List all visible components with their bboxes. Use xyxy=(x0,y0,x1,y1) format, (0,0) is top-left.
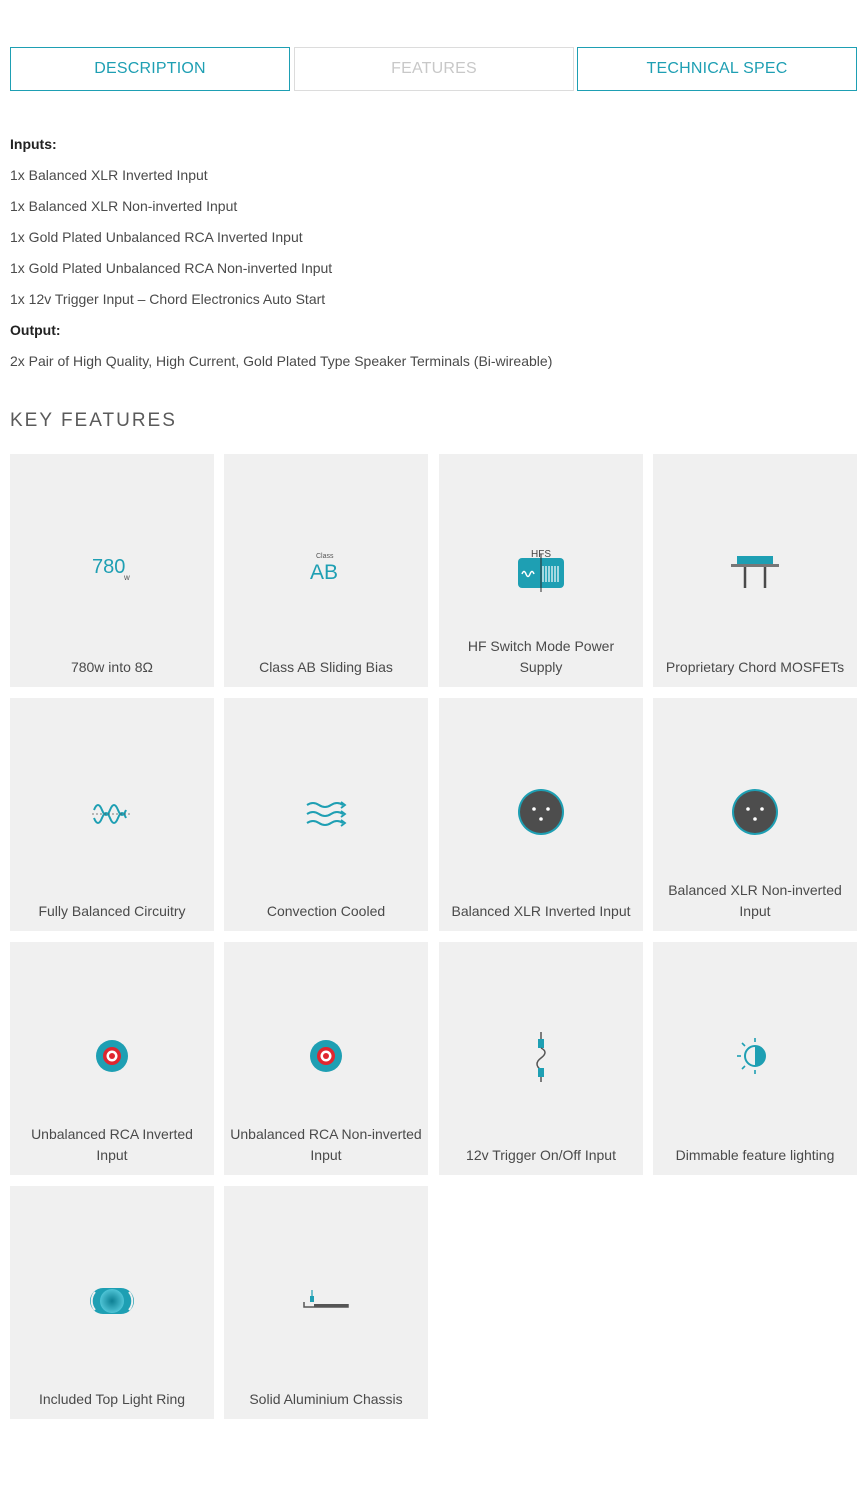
xlr-socket-icon xyxy=(732,789,778,835)
tab-description[interactable]: DESCRIPTION xyxy=(10,47,290,91)
feature-label: 780w into 8Ω xyxy=(70,659,154,675)
feature-label: Dimmable feature lighting xyxy=(675,1147,835,1163)
trigger-cable-icon xyxy=(536,1032,546,1082)
feature-card: HFS HF Switch Mode Power Supply xyxy=(439,454,643,687)
feature-label: Unbalanced RCA Inverted Input xyxy=(31,1126,193,1163)
feature-card: Convection Cooled xyxy=(224,698,428,931)
feature-card: 780 w 780w into 8Ω xyxy=(10,454,214,687)
spec-heading-output: Output: xyxy=(10,322,61,338)
key-features-heading: KEY FEATURES xyxy=(10,410,177,431)
feature-card: Unbalanced RCA Inverted Input xyxy=(10,942,214,1175)
feature-label: Fully Balanced Circuitry xyxy=(38,903,186,919)
feature-label: HF Switch Mode Power Supply xyxy=(467,638,615,675)
svg-text:w: w xyxy=(123,573,130,582)
feature-label: Balanced XLR Non-inverted Input xyxy=(668,882,842,919)
feature-card: Proprietary Chord MOSFETs xyxy=(653,454,857,687)
hfs-icon: HFS xyxy=(518,549,564,592)
mosfet-icon xyxy=(731,556,779,588)
svg-text:780: 780 xyxy=(92,556,125,578)
feature-card: Class AB Class AB Sliding Bias xyxy=(224,454,428,687)
feature-label: Convection Cooled xyxy=(266,903,386,919)
feature-card: Dimmable feature lighting xyxy=(653,942,857,1175)
spec-item: 1x Gold Plated Unbalanced RCA Inverted I… xyxy=(10,229,303,245)
spec-list: Inputs: 1x Balanced XLR Inverted Input 1… xyxy=(10,133,850,381)
svg-text:Class: Class xyxy=(316,553,334,560)
balanced-wave-icon xyxy=(92,804,132,824)
spec-item: 2x Pair of High Quality, High Current, G… xyxy=(10,353,553,369)
spec-item: 1x 12v Trigger Input – Chord Electronics… xyxy=(10,291,326,307)
feature-label: Class AB Sliding Bias xyxy=(259,659,393,675)
feature-label: Unbalanced RCA Non-inverted Input xyxy=(230,1126,422,1163)
feature-card: Solid Aluminium Chassis xyxy=(224,1186,428,1419)
tab-features[interactable]: FEATURES xyxy=(294,47,574,91)
rca-socket-icon xyxy=(96,1040,128,1072)
spec-heading-inputs: Inputs: xyxy=(10,136,57,152)
feature-label: 12v Trigger On/Off Input xyxy=(466,1147,616,1163)
airflow-icon xyxy=(306,801,347,827)
feature-card: Included Top Light Ring xyxy=(10,1186,214,1419)
spec-item: 1x Gold Plated Unbalanced RCA Non-invert… xyxy=(10,260,333,276)
780w-icon: 780 w xyxy=(92,556,130,582)
dimmer-icon xyxy=(737,1038,766,1074)
rca-socket-icon xyxy=(310,1040,342,1072)
feature-card: Balanced XLR Inverted Input xyxy=(439,698,643,931)
feature-card: Fully Balanced Circuitry xyxy=(10,698,214,931)
feature-card: Balanced XLR Non-inverted Input xyxy=(653,698,857,931)
feature-label: Included Top Light Ring xyxy=(38,1391,186,1407)
feature-label: Balanced XLR Inverted Input xyxy=(451,903,631,919)
feature-label: Proprietary Chord MOSFETs xyxy=(665,659,845,675)
feature-label: Solid Aluminium Chassis xyxy=(249,1391,403,1407)
tab-bar: DESCRIPTION FEATURES TECHNICAL SPEC xyxy=(10,47,858,95)
chassis-icon xyxy=(303,1290,349,1308)
feature-card: 12v Trigger On/Off Input xyxy=(439,942,643,1175)
spec-item: 1x Balanced XLR Inverted Input xyxy=(10,167,208,183)
xlr-socket-icon xyxy=(518,789,564,835)
tab-technical-spec[interactable]: TECHNICAL SPEC xyxy=(577,47,857,91)
feature-card: Unbalanced RCA Non-inverted Input xyxy=(224,942,428,1175)
class-ab-icon: Class AB xyxy=(310,553,338,584)
light-ring-icon xyxy=(90,1288,134,1314)
spec-item: 1x Balanced XLR Non-inverted Input xyxy=(10,198,238,214)
svg-text:AB: AB xyxy=(310,561,338,584)
